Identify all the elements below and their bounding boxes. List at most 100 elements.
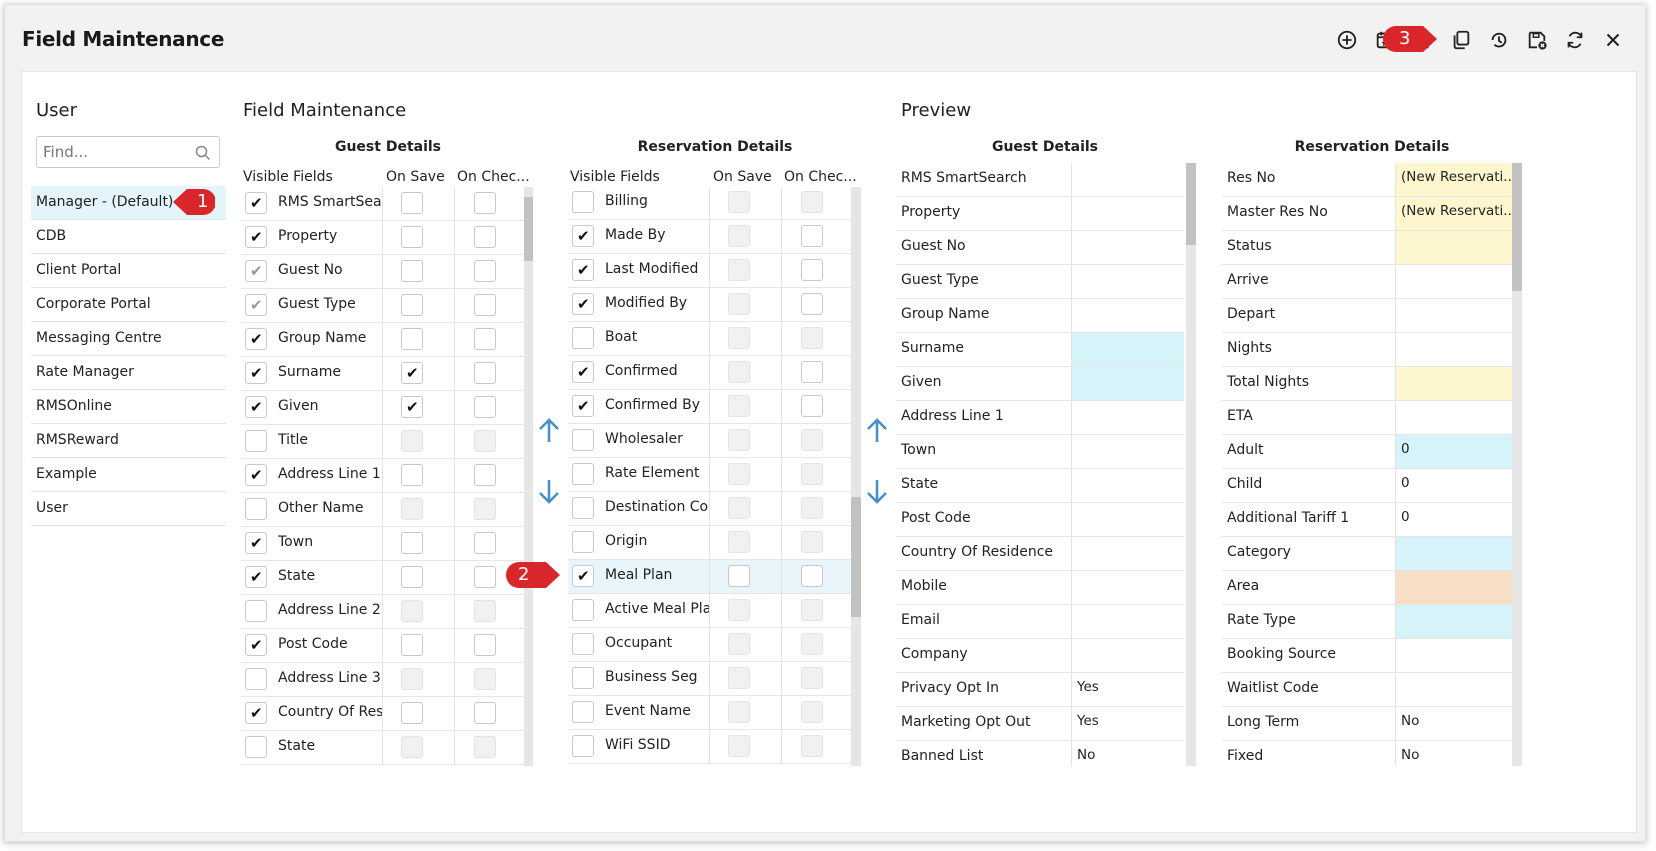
visible-checkbox[interactable] bbox=[245, 668, 267, 690]
refresh-icon[interactable] bbox=[1563, 28, 1587, 52]
visible-checkbox[interactable] bbox=[572, 531, 594, 553]
save-close-icon[interactable] bbox=[1525, 28, 1549, 52]
preview-field-value[interactable] bbox=[1071, 639, 1184, 672]
on-check-checkbox[interactable] bbox=[474, 260, 496, 282]
visible-checkbox[interactable] bbox=[572, 497, 594, 519]
on-save-checkbox[interactable] bbox=[728, 565, 750, 587]
visible-checkbox[interactable]: ✔ bbox=[245, 260, 267, 282]
visible-checkbox[interactable]: ✔ bbox=[245, 702, 267, 724]
visible-checkbox[interactable]: ✔ bbox=[572, 259, 594, 281]
visible-checkbox[interactable] bbox=[572, 327, 594, 349]
user-list-item[interactable]: Messaging Centre bbox=[31, 322, 226, 356]
visible-checkbox[interactable] bbox=[245, 600, 267, 622]
preview-field-value[interactable]: (New Reservati... bbox=[1395, 197, 1512, 230]
preview-field-value[interactable] bbox=[1071, 231, 1184, 264]
user-list-item[interactable]: CDB bbox=[31, 220, 226, 254]
preview-field-value[interactable] bbox=[1395, 231, 1512, 264]
preview-field-value[interactable] bbox=[1395, 367, 1512, 400]
preview-field-value[interactable] bbox=[1071, 605, 1184, 638]
preview-field-value[interactable]: Yes bbox=[1071, 707, 1184, 740]
visible-checkbox[interactable]: ✔ bbox=[245, 396, 267, 418]
move-up-arrow-icon[interactable] bbox=[537, 417, 561, 445]
move-down-arrow-icon[interactable] bbox=[537, 477, 561, 505]
preview-guest-scrollbar[interactable] bbox=[1186, 163, 1196, 766]
visible-checkbox[interactable] bbox=[572, 191, 594, 213]
visible-checkbox[interactable] bbox=[572, 599, 594, 621]
on-save-checkbox[interactable] bbox=[401, 464, 423, 486]
preview-field-value[interactable]: 0 bbox=[1395, 435, 1512, 468]
user-list-item[interactable]: Example bbox=[31, 458, 226, 492]
visible-checkbox[interactable]: ✔ bbox=[245, 294, 267, 316]
preview-field-value[interactable] bbox=[1395, 265, 1512, 298]
preview-reservation-scroll-thumb[interactable] bbox=[1512, 163, 1522, 291]
preview-up-arrow-icon[interactable] bbox=[865, 417, 889, 445]
on-save-checkbox[interactable]: ✔ bbox=[401, 362, 423, 384]
visible-checkbox[interactable]: ✔ bbox=[245, 192, 267, 214]
user-list-item[interactable]: Rate Manager bbox=[31, 356, 226, 390]
visible-checkbox[interactable] bbox=[572, 463, 594, 485]
on-save-checkbox[interactable] bbox=[401, 294, 423, 316]
preview-field-value[interactable]: (New Reservati... bbox=[1395, 163, 1512, 196]
visible-checkbox[interactable] bbox=[245, 498, 267, 520]
preview-field-value[interactable] bbox=[1071, 435, 1184, 468]
preview-field-value[interactable] bbox=[1395, 299, 1512, 332]
visible-checkbox[interactable]: ✔ bbox=[572, 225, 594, 247]
visible-checkbox[interactable]: ✔ bbox=[245, 634, 267, 656]
on-check-checkbox[interactable] bbox=[474, 532, 496, 554]
visible-checkbox[interactable] bbox=[572, 701, 594, 723]
visible-checkbox[interactable]: ✔ bbox=[245, 532, 267, 554]
visible-checkbox[interactable] bbox=[245, 430, 267, 452]
visible-checkbox[interactable]: ✔ bbox=[572, 361, 594, 383]
preview-guest-scroll-thumb[interactable] bbox=[1186, 163, 1196, 245]
preview-field-value[interactable] bbox=[1071, 197, 1184, 230]
guest-grid-scroll-thumb[interactable] bbox=[524, 197, 533, 261]
on-save-checkbox[interactable] bbox=[401, 260, 423, 282]
on-save-checkbox[interactable] bbox=[401, 328, 423, 350]
visible-checkbox[interactable]: ✔ bbox=[572, 565, 594, 587]
preview-field-value[interactable] bbox=[1395, 605, 1512, 638]
on-check-checkbox[interactable] bbox=[474, 396, 496, 418]
on-check-checkbox[interactable] bbox=[474, 226, 496, 248]
preview-field-value[interactable] bbox=[1071, 469, 1184, 502]
visible-checkbox[interactable]: ✔ bbox=[245, 362, 267, 384]
visible-checkbox[interactable]: ✔ bbox=[572, 395, 594, 417]
reservation-grid-scroll-thumb[interactable] bbox=[851, 497, 861, 617]
preview-field-value[interactable] bbox=[1071, 163, 1184, 196]
visible-checkbox[interactable]: ✔ bbox=[572, 293, 594, 315]
on-check-checkbox[interactable] bbox=[474, 362, 496, 384]
user-list-item[interactable]: User bbox=[31, 492, 226, 526]
preview-field-value[interactable] bbox=[1395, 639, 1512, 672]
on-check-checkbox[interactable] bbox=[801, 395, 823, 417]
visible-checkbox[interactable] bbox=[245, 736, 267, 758]
on-check-checkbox[interactable] bbox=[801, 565, 823, 587]
visible-checkbox[interactable]: ✔ bbox=[245, 226, 267, 248]
user-list-item[interactable]: Corporate Portal bbox=[31, 288, 226, 322]
history-icon[interactable] bbox=[1487, 28, 1511, 52]
close-icon[interactable] bbox=[1601, 28, 1625, 52]
visible-checkbox[interactable] bbox=[572, 735, 594, 757]
on-save-checkbox[interactable] bbox=[401, 532, 423, 554]
preview-field-value[interactable] bbox=[1071, 401, 1184, 434]
visible-checkbox[interactable]: ✔ bbox=[245, 328, 267, 350]
preview-field-value[interactable] bbox=[1395, 401, 1512, 434]
preview-down-arrow-icon[interactable] bbox=[865, 477, 889, 505]
visible-checkbox[interactable] bbox=[572, 429, 594, 451]
on-check-checkbox[interactable] bbox=[474, 464, 496, 486]
preview-field-value[interactable] bbox=[1395, 537, 1512, 570]
on-save-checkbox[interactable]: ✔ bbox=[401, 396, 423, 418]
preview-field-value[interactable] bbox=[1071, 299, 1184, 332]
on-check-checkbox[interactable] bbox=[801, 361, 823, 383]
on-check-checkbox[interactable] bbox=[474, 566, 496, 588]
on-check-checkbox[interactable] bbox=[474, 294, 496, 316]
on-save-checkbox[interactable] bbox=[401, 566, 423, 588]
guest-grid-scrollbar[interactable] bbox=[524, 187, 533, 766]
preview-field-value[interactable]: 0 bbox=[1395, 469, 1512, 502]
on-save-checkbox[interactable] bbox=[401, 226, 423, 248]
preview-reservation-scrollbar[interactable] bbox=[1512, 163, 1522, 766]
add-icon[interactable] bbox=[1335, 28, 1359, 52]
on-save-checkbox[interactable] bbox=[401, 634, 423, 656]
preview-field-value[interactable] bbox=[1071, 265, 1184, 298]
visible-checkbox[interactable] bbox=[572, 667, 594, 689]
preview-field-value[interactable]: Yes bbox=[1071, 673, 1184, 706]
copy-icon[interactable] bbox=[1449, 28, 1473, 52]
